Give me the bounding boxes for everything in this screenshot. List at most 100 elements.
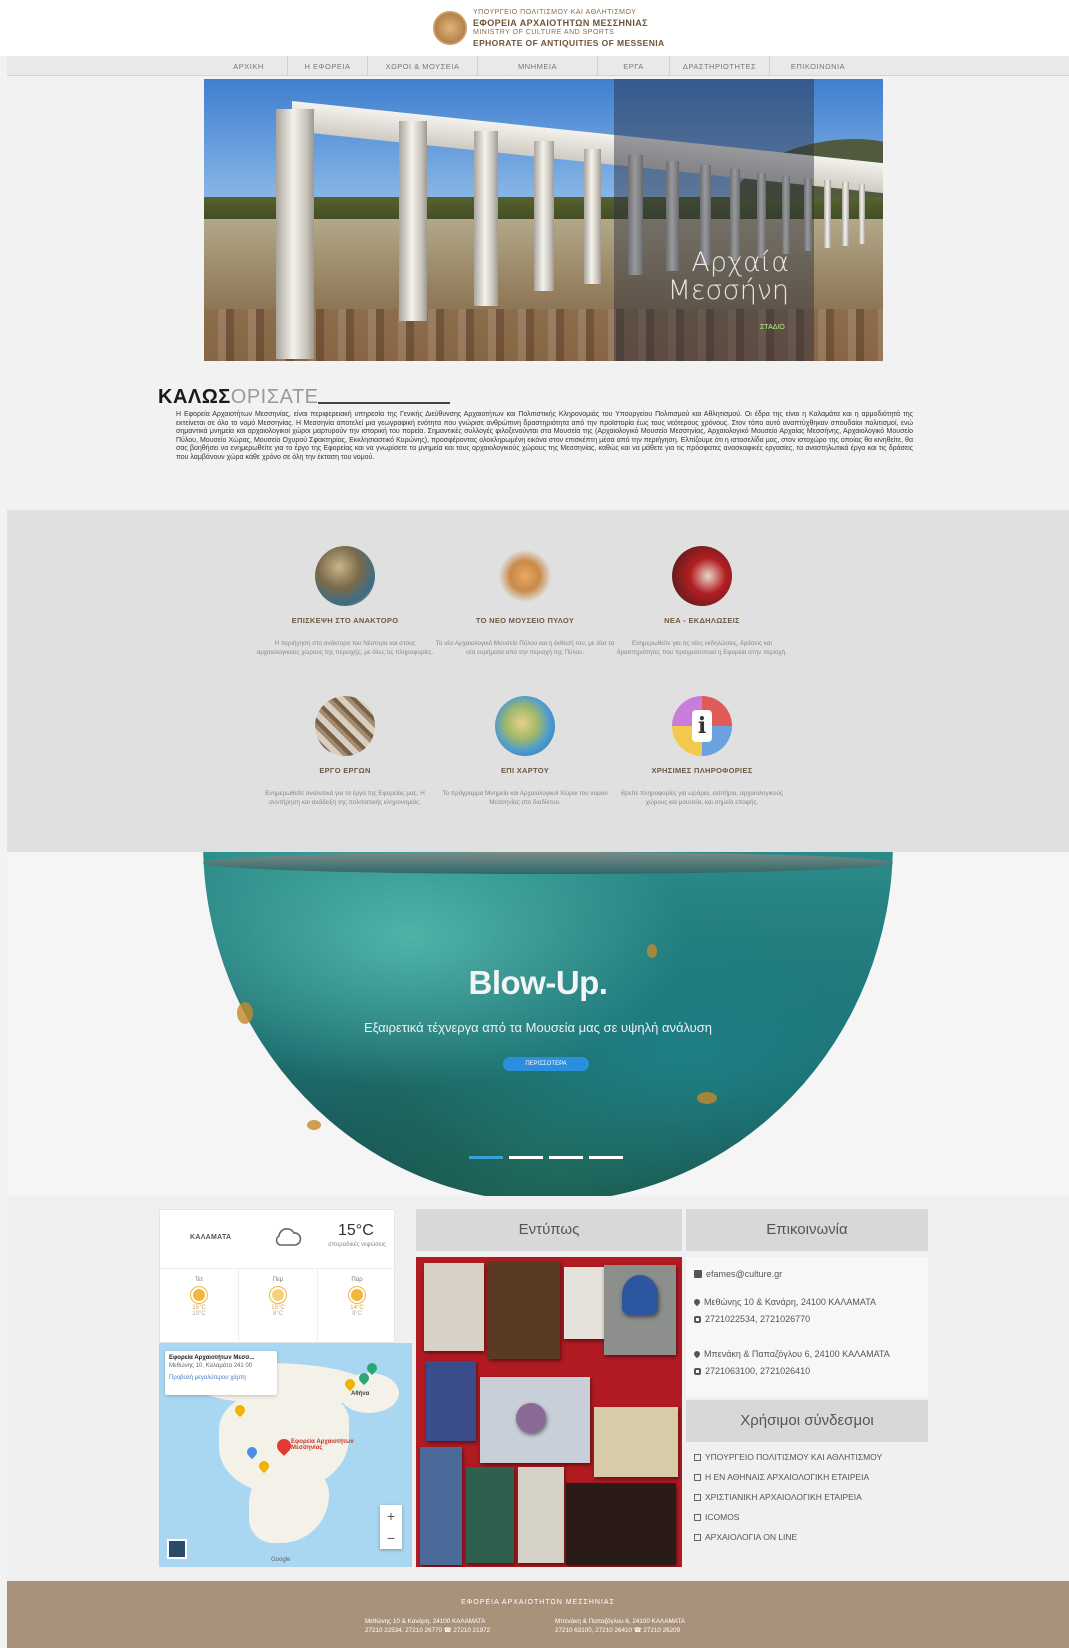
contact-address-row: Μεθώνης 10 & Κανάρη, 24100 ΚΑΛΑΜΑΤΑ	[692, 1297, 876, 1307]
slider-dot[interactable]	[469, 1156, 503, 1159]
welcome-divider	[318, 402, 450, 404]
phone-icon	[694, 1315, 701, 1323]
hero-column	[399, 121, 427, 321]
map-card-address: Μεθώνης 10, Καλαμάτα 241 00	[169, 1363, 253, 1369]
feature-desc: Το νέο Αρχαιολογικό Μουσείο Πύλου και η …	[435, 640, 615, 656]
nav-item-projects[interactable]: ΕΡΓΑ	[598, 56, 670, 75]
entypos-heading: Εντύπως	[416, 1209, 682, 1251]
site-footer: ΕΦΟΡΕΙΑ ΑΡΧΑΙΟΤΗΤΩΝ ΜΕΣΣΗΝΙΑΣ Μεθώνης 10…	[7, 1581, 1069, 1648]
hero-slider[interactable]: Αρχαία Μεσσήνη ΣΤΑΔΙΟ	[204, 79, 883, 361]
phone-icon	[694, 1367, 701, 1375]
publication-cover	[466, 1467, 514, 1563]
hero-column	[859, 184, 865, 244]
weather-temperature: 15°C	[338, 1222, 374, 1239]
feature-title: ΧΡΗΣΙΜΕΣ ΠΛΗΡΟΦΟΡΙΕΣ	[651, 766, 753, 775]
logo-line: ΥΠΟΥΡΓΕΙΟ ΠΟΛΙΤΙΣΜΟΥ ΚΑΙ ΑΘΛΗΤΙΣΜΟΥ	[473, 9, 637, 16]
link-label: Η ΕΝ ΑΘΗΝΑΙΣ ΑΡΧΑΙΟΛΟΓΙΚΗ ΕΤΑΙΡΕΙΑ	[705, 1472, 870, 1482]
links-heading: Χρήσιμοι σύνδεσμοι	[686, 1400, 928, 1442]
publication-cover	[518, 1467, 564, 1563]
contact-address: Μπενάκη & Παπαζόγλου 6, 24100 ΚΑΛΑΜΑΤΑ	[704, 1349, 890, 1359]
forecast-day: Πεμ 15°C 8°C	[239, 1269, 318, 1344]
google-map[interactable]: Εφορεία Αρχαιοτήτων Μεσσ... Μεθώνης 10, …	[159, 1343, 412, 1567]
hero-column	[824, 180, 831, 248]
link-item[interactable]: Η ΕΝ ΑΘΗΝΑΙΣ ΑΡΧΑΙΟΛΟΓΙΚΗ ΕΤΑΙΡΕΙΑ	[694, 1472, 869, 1482]
hero-column	[534, 141, 554, 291]
contact-heading: Επικοινωνία	[686, 1209, 928, 1251]
nav-item-contact[interactable]: ΕΠΙΚΟΙΝΩΝΙΑ	[770, 56, 866, 75]
nav-item-home[interactable]: ΑΡΧΙΚΗ	[210, 56, 288, 75]
blowup-more-button[interactable]: ΠΕΡΙΣΣΟΤΕΡΑ	[503, 1057, 589, 1071]
nav-item-monuments[interactable]: ΜΝΗΜΕΙΑ	[478, 56, 598, 75]
forecast-day-name: Τετ	[194, 1277, 204, 1283]
blowup-slider[interactable]: Blow-Up. Εξαιρετικά τέχνεργα από τα Μουσ…	[7, 852, 1069, 1196]
excavation-icon	[315, 696, 375, 756]
publication-cover	[488, 1261, 560, 1359]
forecast-low: 10°C	[192, 1311, 206, 1317]
slider-dot[interactable]	[509, 1156, 543, 1159]
zoom-out-button[interactable]: −	[380, 1527, 402, 1549]
site-logo[interactable]: ΥΠΟΥΡΓΕΙΟ ΠΟΛΙΤΙΣΜΟΥ ΚΑΙ ΑΘΛΗΤΙΣΜΟΥ ΕΦΟΡ…	[433, 8, 665, 48]
logo-seal-icon	[433, 11, 467, 45]
feature-title: ΤΟ ΝΕΟ ΜΟΥΣΕΙΟ ΠΥΛΟΥ	[475, 616, 575, 625]
link-item[interactable]: ΑΡΧΑΙΟΛΟΓΙΑ ON LINE	[694, 1532, 797, 1542]
feature-useful-info[interactable]: i ΧΡΗΣΙΜΕΣ ΠΛΗΡΟΦΟΡΙΕΣ Βρείτε πληροφορίε…	[612, 696, 792, 807]
publications-collage[interactable]	[416, 1257, 682, 1567]
bowl-spot	[647, 944, 657, 958]
sun-icon	[193, 1289, 205, 1301]
info-glyph-icon: i	[692, 710, 712, 742]
link-label: ΑΡΧΑΙΟΛΟΓΙΑ ON LINE	[705, 1532, 798, 1542]
feature-projects[interactable]: ΕΡΓΟ ΕΡΓΩΝ Ενημερωθείτε αναλυτικά για τα…	[255, 696, 435, 807]
hero-title: Αρχαία Μεσσήνη	[659, 249, 789, 305]
feature-palace-visit[interactable]: ΕΠΙΣΚΕΨΗ ΣΤΟ ΑΝΑΚΤΟΡΟ Η περιήγηση στο αν…	[255, 546, 435, 657]
feature-pylos-museum[interactable]: ΤΟ ΝΕΟ ΜΟΥΣΕΙΟ ΠΥΛΟΥ Το νέο Αρχαιολογικό…	[435, 546, 615, 657]
map-larger-link[interactable]: Προβολή μεγαλύτερου χάρτη	[169, 1375, 273, 1381]
feature-on-map[interactable]: ΕΠΙ ΧΑΡΤΟΥ Το πρόγραμμα Μνημεία και Αρχα…	[435, 696, 615, 807]
slider-dots	[469, 1156, 623, 1159]
fresco-icon	[315, 546, 375, 606]
hero-column	[842, 182, 849, 246]
welcome-text: Η Εφορεία Αρχαιοτήτων Μεσσηνίας, είναι π…	[176, 411, 913, 461]
nav-item-activities[interactable]: ΔΡΑΣΤΗΡΙΟΤΗΤΕΣ	[670, 56, 770, 75]
glass-bowl-rim	[203, 852, 893, 874]
hero-column	[474, 131, 498, 306]
link-item[interactable]: ΧΡΙΣΤΙΑΝΙΚΗ ΑΡΧΑΙΟΛΟΓΙΚΗ ΕΤΑΙΡΕΙΑ	[694, 1492, 862, 1502]
forecast-low: 8°C	[272, 1311, 284, 1317]
hero-column	[584, 149, 601, 284]
map-marker-label: Εφορεία Αρχαιοτήτων Μεσσηνίας	[291, 1439, 354, 1451]
sun-icon	[351, 1289, 363, 1301]
news-icon	[672, 546, 732, 606]
welcome-heading-light: ΟΡΙΣΑΤΕ	[230, 386, 319, 408]
link-label: ΥΠΟΥΡΓΕΙΟ ΠΟΛΙΤΙΣΜΟΥ ΚΑΙ ΑΘΛΗΤΙΣΜΟΥ	[705, 1452, 883, 1462]
link-label: ΧΡΙΣΤΙΑΝΙΚΗ ΑΡΧΑΙΟΛΟΓΙΚΗ ΕΤΑΙΡΕΙΑ	[705, 1492, 862, 1502]
logo-line: MINISTRY OF CULTURE AND SPORTS	[473, 29, 615, 36]
hero-link[interactable]: ΣΤΑΔΙΟ	[760, 324, 785, 331]
footer-address-2: Μπενάκη & Παπαζόγλου 6, 24100 ΚΑΛΑΜΑΤΑ 2…	[555, 1617, 685, 1635]
footer-line: Μπενάκη & Παπαζόγλου 6, 24100 ΚΑΛΑΜΑΤΑ	[555, 1618, 685, 1625]
map-satellite-toggle[interactable]	[167, 1539, 187, 1559]
hero-title-line: Αρχαία	[691, 247, 789, 278]
slider-dot[interactable]	[549, 1156, 583, 1159]
contact-phone: 2721022534, 2721026770	[705, 1314, 811, 1324]
link-item[interactable]: ICOMOS	[694, 1512, 739, 1522]
publication-cover	[594, 1407, 678, 1477]
main-nav: ΑΡΧΙΚΗ Η ΕΦΟΡΕΙΑ ΧΩΡΟΙ & ΜΟΥΣΕΙΑ ΜΝΗΜΕΙΑ…	[7, 56, 1069, 76]
contact-phone: 2721063100, 2721026410	[705, 1366, 811, 1376]
envelope-icon	[694, 1270, 702, 1278]
link-label: ICOMOS	[705, 1512, 740, 1522]
slider-dot[interactable]	[589, 1156, 623, 1159]
nav-item-sites-museums[interactable]: ΧΩΡΟΙ & ΜΟΥΣΕΙΑ	[368, 56, 478, 75]
cloud-icon	[275, 1228, 302, 1246]
logo-line: EPHORATE OF ANTIQUITIES OF MESSENIA	[473, 38, 665, 48]
nav-item-ephorate[interactable]: Η ΕΦΟΡΕΙΑ	[288, 56, 368, 75]
checkbox-icon	[694, 1533, 701, 1541]
zoom-in-button[interactable]: +	[380, 1505, 402, 1527]
link-item[interactable]: ΥΠΟΥΡΓΕΙΟ ΠΟΛΙΤΙΣΜΟΥ ΚΑΙ ΑΘΛΗΤΙΣΜΟΥ	[694, 1452, 882, 1462]
hero-column	[276, 109, 314, 359]
feature-news-events[interactable]: ΝΕΑ - ΕΚΔΗΛΩΣΕΙΣ Ενημερωθείτε για τις νέ…	[612, 546, 792, 657]
footer-line: 27210 63100, 27210 26410 ☎ 27210 26209	[555, 1627, 681, 1634]
feature-desc: Ενημερωθείτε για τις νέες εκδηλώσεις, δρ…	[617, 640, 787, 656]
contact-email[interactable]: efames@culture.gr	[706, 1269, 782, 1279]
bowl-spot	[697, 1092, 717, 1104]
welcome-heading: ΚΑΛΩΣΟΡΙΣΑΤΕ	[158, 386, 319, 409]
weather-description: σποραδικές νεφώσεις	[328, 1242, 386, 1248]
